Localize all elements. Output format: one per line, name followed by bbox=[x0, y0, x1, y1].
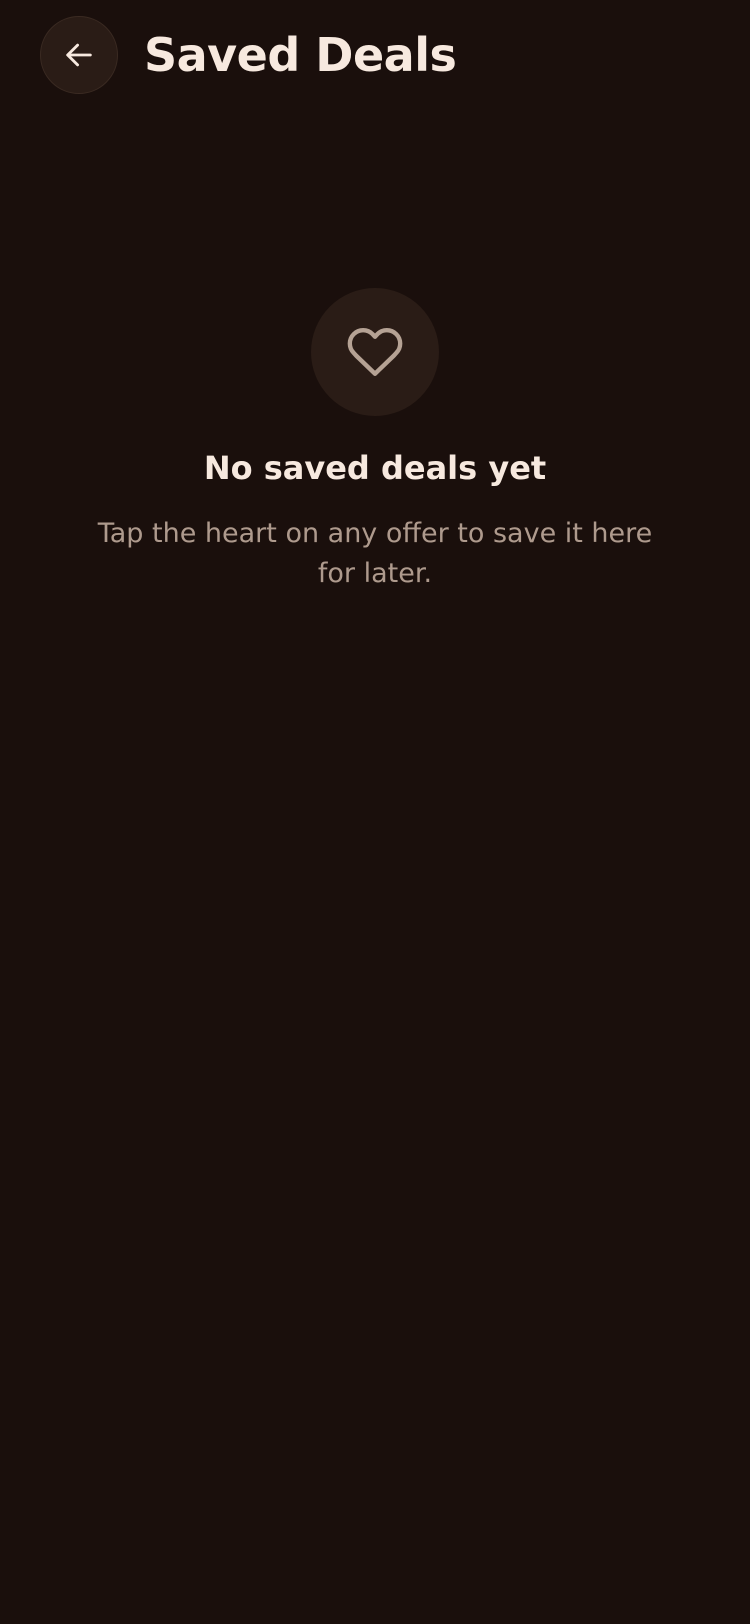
header: Saved Deals bbox=[0, 0, 750, 112]
empty-state-title: No saved deals yet bbox=[203, 449, 547, 487]
back-button[interactable] bbox=[40, 16, 118, 94]
empty-state: No saved deals yet Tap the heart on any … bbox=[0, 288, 750, 594]
empty-state-description: Tap the heart on any offer to save it he… bbox=[97, 518, 653, 589]
heart-icon-container bbox=[311, 288, 439, 416]
heart-outline-icon bbox=[347, 328, 403, 376]
arrow-left-icon bbox=[66, 43, 92, 67]
page-title: Saved Deals bbox=[144, 28, 457, 82]
